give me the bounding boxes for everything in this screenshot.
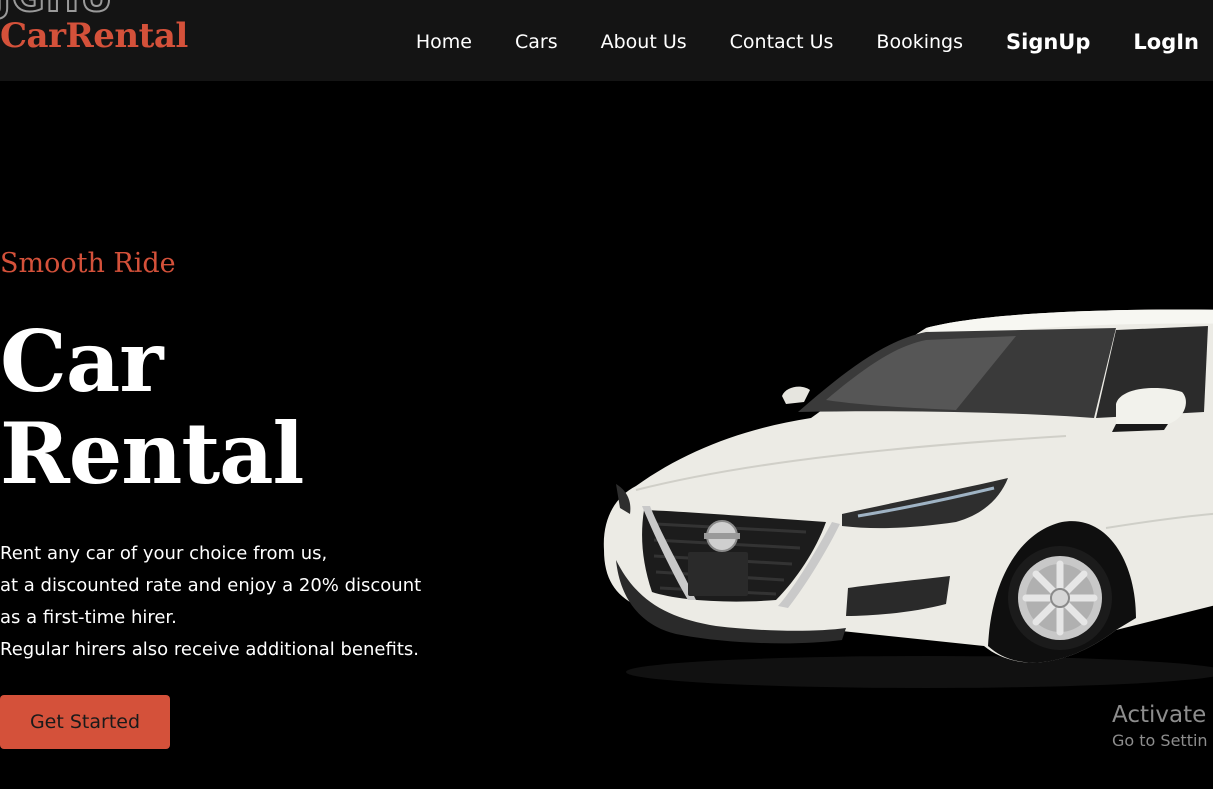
nav-home-link[interactable]: Home: [416, 29, 472, 55]
get-started-button[interactable]: Get Started: [0, 695, 170, 749]
main-nav: Home Cars About Us Contact Us Bookings S…: [416, 29, 1199, 55]
watermark-line-2: Go to Settin: [1112, 731, 1208, 750]
activate-windows-watermark: Activate Go to Settin: [1112, 700, 1208, 752]
hero-text-line: as a first-time hirer.: [0, 607, 177, 628]
white-sedan-car-image: [603, 309, 1213, 688]
hero-description: Rent any car of your choice from us, at …: [0, 538, 480, 666]
hero-eyebrow: Smooth Ride: [0, 248, 176, 279]
site-logo[interactable]: CarRental: [0, 17, 188, 55]
nav-signup-link[interactable]: SignUp: [1006, 29, 1090, 55]
site-header: JGHU CarRental Home Cars About Us Contac…: [0, 0, 1213, 81]
nav-bookings-link[interactable]: Bookings: [876, 29, 963, 55]
nav-login-link[interactable]: LogIn: [1133, 29, 1199, 55]
nav-contact-link[interactable]: Contact Us: [730, 29, 834, 55]
watermark-line-1: Activate: [1112, 702, 1207, 728]
hero-title-line-2: Rental: [0, 404, 304, 503]
hero-text-line: Rent any car of your choice from us,: [0, 543, 328, 564]
nav-about-link[interactable]: About Us: [601, 29, 687, 55]
nav-cars-link[interactable]: Cars: [515, 29, 558, 55]
hero-text-line: at a discounted rate and enjoy a 20% dis…: [0, 575, 422, 596]
page: JGHU CarRental Home Cars About Us Contac…: [0, 0, 1213, 789]
hero-text-line: Regular hirers also receive additional b…: [0, 639, 419, 660]
hero-title-line-1: Car: [0, 312, 164, 411]
hero-title: Car Rental: [0, 312, 304, 503]
